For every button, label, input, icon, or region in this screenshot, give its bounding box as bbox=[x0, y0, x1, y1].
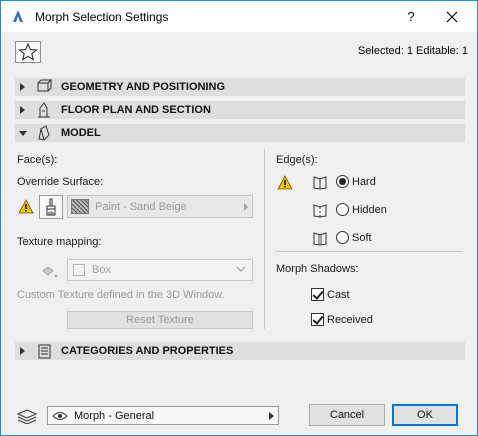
close-icon bbox=[446, 11, 458, 23]
edge-soft-label: Soft bbox=[352, 232, 372, 244]
section-floor-plan-and-section[interactable]: FLOOR PLAN AND SECTION bbox=[15, 101, 465, 119]
favorites-button[interactable] bbox=[15, 41, 41, 63]
help-button[interactable]: ? bbox=[396, 6, 426, 28]
floor-plan-icon bbox=[38, 102, 50, 118]
expand-arrow-icon bbox=[20, 106, 25, 114]
override-surface-label: Override Surface: bbox=[17, 176, 104, 188]
eye-icon bbox=[52, 412, 68, 420]
cast-shadow-label: Cast bbox=[327, 289, 350, 301]
section-label: FLOOR PLAN AND SECTION bbox=[61, 104, 211, 116]
warning-icon bbox=[277, 175, 293, 190]
warning-icon bbox=[18, 199, 34, 214]
edges-divider bbox=[275, 251, 462, 252]
section-categories-and-properties[interactable]: CATEGORIES AND PROPERTIES bbox=[15, 342, 465, 360]
texture-mapping-value: Box bbox=[92, 264, 111, 276]
star-icon bbox=[18, 42, 38, 61]
section-label: CATEGORIES AND PROPERTIES bbox=[61, 345, 234, 357]
categories-icon bbox=[38, 344, 51, 359]
geometry-icon bbox=[37, 79, 53, 92]
hidden-edge-icon bbox=[313, 204, 327, 218]
faces-label: Face(s): bbox=[17, 154, 58, 166]
hard-edge-icon bbox=[313, 176, 327, 190]
edges-label: Edge(s): bbox=[276, 154, 318, 166]
expand-arrow-icon bbox=[20, 347, 25, 355]
layers-icon bbox=[16, 409, 38, 424]
edge-hard-radio[interactable] bbox=[336, 175, 349, 188]
cast-shadow-checkbox[interactable] bbox=[311, 288, 324, 301]
override-surface-toggle[interactable] bbox=[39, 195, 63, 219]
section-label: GEOMETRY AND POSITIONING bbox=[61, 81, 225, 93]
received-shadow-label: Received bbox=[327, 314, 373, 326]
column-divider bbox=[264, 149, 265, 329]
texture-mapping-select[interactable]: Box bbox=[67, 259, 253, 281]
reset-texture-button[interactable]: Reset Texture bbox=[67, 311, 253, 329]
section-label: MODEL bbox=[61, 127, 101, 139]
edge-hidden-label: Hidden bbox=[352, 204, 387, 216]
close-button[interactable] bbox=[437, 6, 467, 28]
section-geometry-and-positioning[interactable]: GEOMETRY AND POSITIONING bbox=[15, 78, 465, 96]
custom-texture-note: Custom Texture defined in the 3D Window. bbox=[17, 289, 225, 301]
collapse-arrow-icon bbox=[19, 131, 27, 136]
title-bar: Morph Selection Settings ? bbox=[1, 1, 477, 32]
texture-mapping-icon bbox=[42, 266, 58, 278]
ok-button[interactable]: OK bbox=[392, 404, 458, 426]
view-profile-select[interactable]: Morph - General bbox=[47, 406, 279, 425]
view-profile-value: Morph - General bbox=[74, 410, 155, 422]
morph-shadows-label: Morph Shadows: bbox=[276, 263, 359, 275]
archicad-app-icon bbox=[13, 10, 23, 22]
model-icon bbox=[38, 125, 50, 141]
edge-hidden-radio[interactable] bbox=[336, 203, 349, 216]
section-model[interactable]: MODEL bbox=[15, 124, 465, 142]
texture-mapping-label: Texture mapping: bbox=[17, 236, 102, 248]
window-title: Morph Selection Settings bbox=[35, 10, 169, 24]
morph-selection-settings-dialog: Morph Selection Settings ? Selected: 1 E… bbox=[0, 0, 478, 436]
chevron-right-icon bbox=[269, 412, 274, 420]
cancel-button[interactable]: Cancel bbox=[309, 404, 385, 426]
chevron-down-icon bbox=[236, 264, 246, 277]
edge-hard-label: Hard bbox=[352, 176, 376, 188]
box-icon bbox=[73, 264, 85, 276]
chevron-right-icon bbox=[244, 203, 248, 211]
expand-arrow-icon bbox=[20, 83, 25, 91]
received-shadow-checkbox[interactable] bbox=[311, 313, 324, 326]
surface-swatch bbox=[71, 199, 89, 214]
soft-edge-icon bbox=[313, 232, 327, 246]
surface-value: Paint - Sand Beige bbox=[95, 201, 187, 213]
paint-brush-icon bbox=[46, 198, 56, 216]
selection-info: Selected: 1 Editable: 1 bbox=[357, 45, 468, 57]
edge-soft-radio[interactable] bbox=[336, 231, 349, 244]
surface-picker[interactable]: Paint - Sand Beige bbox=[67, 195, 253, 218]
